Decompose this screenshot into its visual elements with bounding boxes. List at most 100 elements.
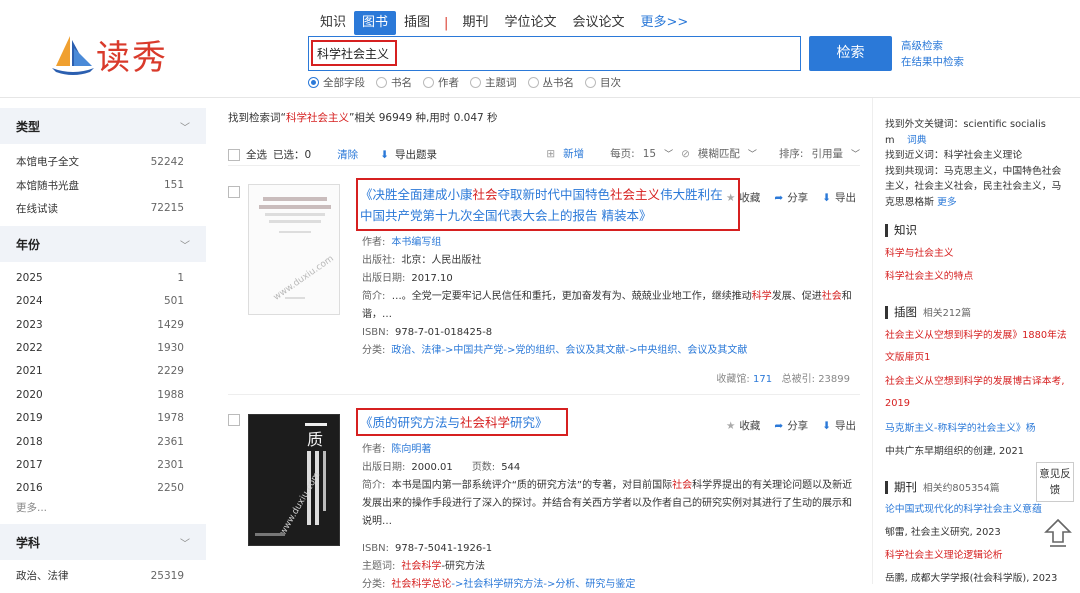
facet-year-item[interactable]: 2021 2229 <box>0 360 206 383</box>
facet-year-item[interactable]: 2016 2250 <box>0 477 206 500</box>
book-title-link[interactable]: 《决胜全面建成小康社会夺取新时代中国特色社会主义伟大胜利在中国共产党第十九次全国… <box>360 184 730 226</box>
facet-year-item[interactable]: 2023 1429 <box>0 313 206 336</box>
book-isbn-row: ISBN: 978-7-5041-1926-1 <box>362 543 493 554</box>
radio-author[interactable]: 作者 <box>423 75 459 90</box>
knowledge-link[interactable]: 科学社会主义的特点 <box>885 266 1075 288</box>
book-actions: ★ 收藏 ➦ 分享 ⬇ 导出 <box>726 418 856 433</box>
facet-more-link[interactable]: 更多... <box>0 500 206 516</box>
knowledge-link[interactable]: 科学与社会主义 <box>885 243 1075 265</box>
share-button[interactable]: ➦ 分享 <box>774 418 808 433</box>
illustration-link[interactable]: 马克斯主义-称科学的社会主义》杨 <box>885 418 1075 440</box>
class-link[interactable]: 政治、法律->中国共产党->党的组织、会议及其文献->中央组织、会议及其文献 <box>391 345 747 356</box>
search-button[interactable]: 检索 <box>809 36 892 71</box>
star-icon: ★ <box>725 191 736 204</box>
class-link[interactable]: 社会科学总论->社会科学研究方法->分析、研究与鉴定 <box>391 579 635 590</box>
book-intro: 简介: …。全党一定要牢记人民信任和重托，更加奋发有为、兢兢业业地工作，继续推动… <box>362 291 852 320</box>
book-author-row: 作者: 本书编写组 <box>362 237 442 248</box>
result-summary: 找到检索词“科学社会主义”相关 96949 种,用时 0.047 秒 <box>228 112 498 124</box>
book-date-row: 出版日期: 2000.01 页数: 544 <box>362 462 521 473</box>
radio-all-fields[interactable]: 全部字段 <box>308 75 365 90</box>
tab-knowledge[interactable]: 知识 <box>312 11 354 35</box>
radio-series[interactable]: 丛书名 <box>527 75 574 90</box>
advanced-search-link[interactable]: 高级检索 <box>901 38 964 54</box>
share-icon: ➦ <box>774 419 784 432</box>
facet-year-item[interactable]: 2025 1 <box>0 266 206 289</box>
sort-select[interactable]: 引用量 <box>811 146 843 161</box>
tab-books[interactable]: 图书 <box>354 11 397 35</box>
star-icon: ★ <box>725 419 736 432</box>
export-icon: ⬇ <box>822 191 831 204</box>
author-link[interactable]: 本书编写组 <box>391 237 441 248</box>
chevron-down-icon: ﹀ <box>180 240 190 252</box>
facet-year-item[interactable]: 2020 1988 <box>0 383 206 406</box>
collect-button[interactable]: ★ 收藏 <box>726 190 760 205</box>
facet-item[interactable]: 在线试读 72215 <box>0 197 206 220</box>
per-page-select[interactable]: 15 <box>643 148 656 160</box>
per-page-label: 每页: <box>610 148 635 160</box>
facet-item[interactable]: 本馆电子全文 52242 <box>0 150 206 173</box>
co-occurring-words: 找到共现词：马克思主义，中国特色社会主义，社会主义社会，民主社会主义，马克思恩格… <box>885 165 1062 208</box>
tab-more[interactable]: 更多>> <box>632 11 696 35</box>
search-box <box>308 36 801 71</box>
radio-toc[interactable]: 目次 <box>585 75 621 90</box>
foreign-keyword: 找到外文关键词：scientific socialism 词典 <box>885 119 1046 146</box>
chevron-down-icon: ﹀ <box>850 150 860 160</box>
facet-type-header[interactable]: 类型 ﹀ <box>0 108 206 144</box>
export-button[interactable]: ⬇ 导出 <box>822 190 856 205</box>
illustration-link[interactable]: 社会主义从空想到科学的发展博古译本考, 2019 <box>885 371 1075 415</box>
author-link[interactable]: 陈向明著 <box>391 444 431 455</box>
radio-icon <box>585 77 596 88</box>
export-button[interactable]: ⬇ 导出 <box>822 418 856 433</box>
share-icon: ➦ <box>774 191 784 204</box>
more-link[interactable]: 更多 <box>937 197 957 208</box>
book-title-link[interactable]: 《质的研究方法与社会科学研究》 <box>360 412 690 433</box>
back-to-top-icon[interactable] <box>1044 518 1072 548</box>
field-radios: 全部字段 书名 作者 主题词 丛书名 目次 <box>308 75 621 90</box>
tab-journals[interactable]: 期刊 <box>454 11 496 35</box>
book-stats: 收藏馆: 171 总被引: 23899 <box>716 374 850 385</box>
collect-button[interactable]: ★ 收藏 <box>726 418 760 433</box>
book-subject-row: 主题词: 社会科学-研究方法 <box>362 561 485 572</box>
result-divider <box>228 394 860 395</box>
facet-year-item[interactable]: 2018 2361 <box>0 430 206 453</box>
book-publisher-row: 出版社: 北京：人民出版社 <box>362 255 482 266</box>
radio-icon <box>376 77 387 88</box>
facet-year-header[interactable]: 年份 ﹀ <box>0 226 206 263</box>
fuzzy-match-select[interactable]: 模糊匹配 <box>698 146 740 161</box>
share-button[interactable]: ➦ 分享 <box>774 190 808 205</box>
facet-item[interactable]: 本馆随书光盘 151 <box>0 173 206 196</box>
book-cover[interactable]: 质 www.duxiu.com <box>248 414 340 546</box>
tab-theses[interactable]: 学位论文 <box>496 11 564 35</box>
select-all-checkbox[interactable] <box>228 148 240 161</box>
select-all-label[interactable]: 全选 <box>246 147 267 162</box>
book-checkbox[interactable] <box>228 414 240 426</box>
facet-year-item[interactable]: 2017 2301 <box>0 453 206 476</box>
book-checkbox[interactable] <box>228 186 240 198</box>
tab-conference[interactable]: 会议论文 <box>564 11 632 35</box>
header: 读秀 知识 图书 插图 | 期刊 学位论文 会议论文 更多>> 检索 高级检索 … <box>0 0 1080 98</box>
radio-icon <box>423 77 434 88</box>
chevron-down-icon: ﹀ <box>747 150 757 160</box>
clear-button[interactable]: 清除 <box>337 147 358 162</box>
book-actions: ★ 收藏 ➦ 分享 ⬇ 导出 <box>726 190 856 205</box>
facet-year-item[interactable]: 2024 501 <box>0 290 206 313</box>
book-cover[interactable]: www.duxiu.com <box>248 184 340 315</box>
collect-count-link[interactable]: 171 <box>753 374 772 385</box>
radio-title[interactable]: 书名 <box>376 75 412 90</box>
dictionary-link[interactable]: 词典 <box>907 135 927 146</box>
search-input[interactable] <box>309 37 800 70</box>
tab-illustrations[interactable]: 插图 <box>396 11 438 35</box>
export-icon: ⬇ <box>822 419 831 432</box>
radio-subject[interactable]: 主题词 <box>470 75 517 90</box>
facet-year-item[interactable]: 2022 1930 <box>0 336 206 359</box>
journal-link[interactable]: 科学社会主义理论逻辑论析 <box>885 545 1075 567</box>
logo[interactable]: 读秀 <box>50 28 170 78</box>
export-citations-button[interactable]: 导出题录 <box>395 147 437 162</box>
facet-year-item[interactable]: 2019 1978 <box>0 407 206 430</box>
facet-subject-header[interactable]: 学科 ﹀ <box>0 524 206 561</box>
search-within-link[interactable]: 在结果中检索 <box>901 54 964 70</box>
new-button[interactable]: 新增 <box>563 146 584 161</box>
illustration-link[interactable]: 社会主义从空想到科学的发展》1880年法文版扉页1 <box>885 325 1075 369</box>
book-result: www.duxiu.com 《决胜全面建成小康社会夺取新时代中国特色社会主义伟大… <box>228 178 860 392</box>
feedback-button[interactable]: 意见反馈 <box>1036 462 1074 502</box>
